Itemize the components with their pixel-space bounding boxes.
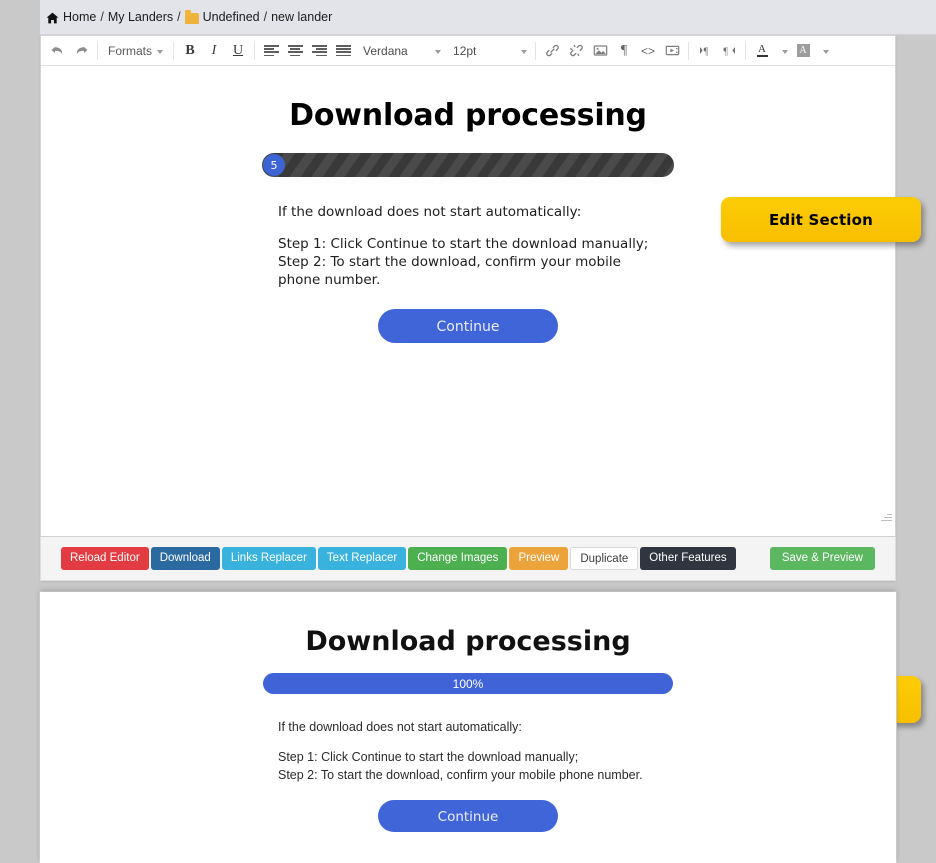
- breadcrumb-separator: /: [177, 10, 181, 24]
- download-button[interactable]: Download: [150, 547, 220, 570]
- font-family-value: Verdana: [363, 43, 408, 58]
- italic-button[interactable]: I: [202, 39, 226, 63]
- breadcrumb-item-home[interactable]: Home: [63, 10, 96, 24]
- instructions-steps: Step 1: Click Continue to start the down…: [278, 235, 658, 289]
- background-color-swatch: A: [796, 44, 810, 57]
- toolbar-divider: [745, 41, 747, 60]
- duplicate-button[interactable]: Duplicate: [570, 547, 639, 570]
- preview-button[interactable]: Preview: [509, 547, 569, 570]
- svg-text:¶: ¶: [703, 46, 708, 57]
- breadcrumb-item-new-lander[interactable]: new lander: [271, 10, 332, 24]
- preview-step-1-text: Step 1: Click Continue to start the down…: [278, 750, 579, 764]
- editor-content-area[interactable]: Download processing 5 If the download do…: [41, 66, 895, 524]
- breadcrumb: Home / My Landers / Undefined / new land…: [40, 0, 936, 35]
- undo-icon[interactable]: [45, 39, 69, 63]
- toolbar-divider: [535, 41, 537, 60]
- toolbar-divider: [173, 41, 175, 60]
- step-1-text: Step 1: Click Continue to start the down…: [278, 236, 649, 252]
- text-replacer-button[interactable]: Text Replacer: [317, 547, 407, 570]
- text-color-letter: A: [758, 43, 766, 55]
- source-code-icon[interactable]: <>: [636, 39, 660, 63]
- align-justify-icon[interactable]: [331, 39, 355, 63]
- preview-instructions-steps: Step 1: Click Continue to start the down…: [278, 748, 658, 784]
- editor-toolbar: Formats B I U Verdana 12pt ¶ <> ¶ ¶ A A: [41, 36, 895, 66]
- action-toolbar: Reload Editor Download Links Replacer Te…: [40, 537, 896, 581]
- background-color-dropdown[interactable]: [815, 39, 832, 63]
- reload-editor-button[interactable]: Reload Editor: [61, 547, 149, 570]
- preview-continue-button[interactable]: Continue: [378, 800, 558, 832]
- chevron-down-icon: [823, 49, 830, 54]
- links-replacer-button[interactable]: Links Replacer: [221, 547, 316, 570]
- font-family-select[interactable]: Verdana: [355, 39, 445, 63]
- font-size-select[interactable]: 12pt: [445, 39, 531, 63]
- formats-menu[interactable]: Formats: [102, 39, 169, 63]
- toolbar-divider: [254, 41, 256, 60]
- instructions-block: If the download does not start automatic…: [278, 203, 658, 289]
- text-color-dropdown[interactable]: [774, 39, 791, 63]
- text-color-swatch: [756, 55, 768, 57]
- edit-section-tag[interactable]: Edit Section: [721, 197, 921, 242]
- toolbar-divider: [688, 41, 690, 60]
- chevron-down-icon: [435, 49, 442, 54]
- preview-panel: Download processing 100% If the download…: [40, 592, 896, 863]
- chevron-down-icon: [157, 49, 164, 54]
- breadcrumb-separator: /: [100, 10, 104, 24]
- preview-continue-wrap: Continue: [40, 800, 896, 832]
- breadcrumb-separator: /: [263, 10, 268, 24]
- continue-button-wrap: Continue: [41, 309, 895, 343]
- chevron-down-icon: [782, 49, 789, 54]
- preview-page-title: Download processing: [305, 626, 631, 657]
- instructions-intro: If the download does not start automatic…: [278, 204, 582, 220]
- preview-instructions-intro: If the download does not start automatic…: [278, 720, 522, 734]
- image-icon[interactable]: [588, 39, 612, 63]
- font-size-value: 12pt: [453, 43, 477, 58]
- text-color-icon[interactable]: A: [750, 39, 774, 63]
- paragraph-mark-icon[interactable]: ¶: [612, 39, 636, 63]
- bold-button[interactable]: B: [178, 39, 202, 63]
- redo-icon[interactable]: [69, 39, 93, 63]
- unlink-icon[interactable]: [564, 39, 588, 63]
- other-features-button[interactable]: Other Features: [640, 547, 736, 570]
- background-color-letter: A: [799, 45, 807, 56]
- step-2-text: Step 2: To start the download, confirm y…: [278, 254, 621, 288]
- background-color-icon[interactable]: A: [791, 39, 815, 63]
- continue-button[interactable]: Continue: [378, 309, 558, 343]
- svg-text:¶: ¶: [723, 46, 728, 57]
- rtl-paragraph-icon[interactable]: ¶: [717, 39, 741, 63]
- change-images-button[interactable]: Change Images: [408, 547, 508, 570]
- align-left-icon[interactable]: [259, 39, 283, 63]
- link-icon[interactable]: [540, 39, 564, 63]
- editor-panel: Formats B I U Verdana 12pt ¶ <> ¶ ¶ A A …: [40, 35, 896, 537]
- media-icon[interactable]: [660, 39, 684, 63]
- breadcrumb-item-undefined[interactable]: Undefined: [203, 10, 260, 24]
- underline-button[interactable]: U: [226, 39, 250, 63]
- progress-bar: 5: [262, 153, 674, 177]
- preview-step-2-text: Step 2: To start the download, confirm y…: [278, 768, 643, 782]
- preview-instructions-block: If the download does not start automatic…: [278, 718, 658, 784]
- page-title: Download processing: [289, 98, 647, 133]
- ltr-paragraph-icon[interactable]: ¶: [693, 39, 717, 63]
- progress-value-badge: 5: [263, 154, 285, 176]
- preview-progress-bar: 100%: [263, 673, 673, 694]
- folder-icon: [184, 9, 199, 24]
- home-icon: [46, 12, 59, 24]
- resize-grip[interactable]: [880, 510, 892, 522]
- toolbar-divider: [97, 41, 98, 60]
- chevron-down-icon: [521, 49, 528, 54]
- formats-label: Formats: [108, 43, 153, 58]
- align-right-icon[interactable]: [307, 39, 331, 63]
- save-and-preview-button[interactable]: Save & Preview: [769, 547, 875, 570]
- align-center-icon[interactable]: [283, 39, 307, 63]
- breadcrumb-item-my-landers[interactable]: My Landers: [108, 10, 173, 24]
- preview-progress-label: 100%: [452, 676, 484, 691]
